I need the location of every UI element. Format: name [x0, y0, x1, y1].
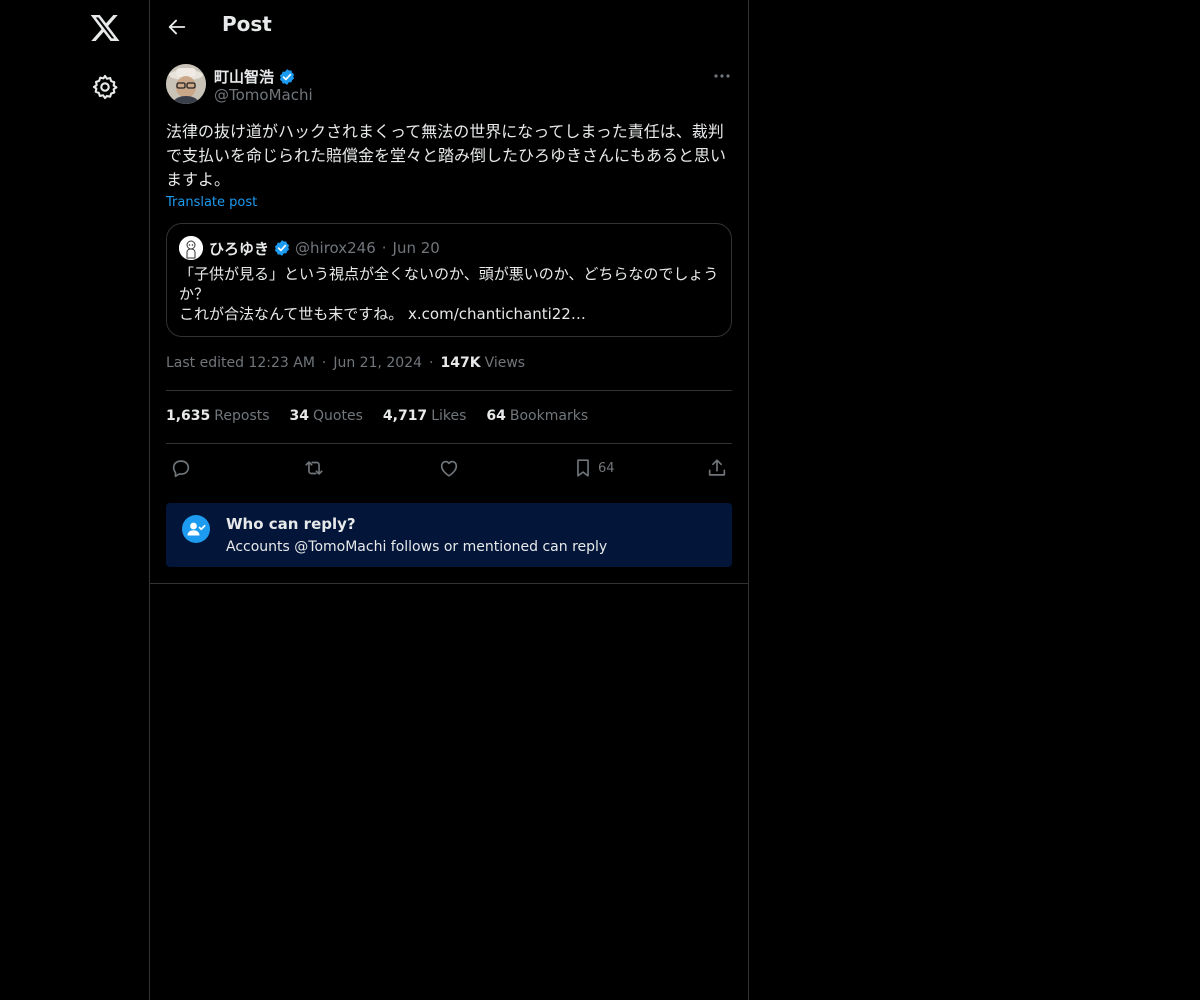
more-icon[interactable] [712, 66, 732, 86]
quotes-stat[interactable]: 34 Quotes [290, 408, 363, 424]
reposts-label: Reposts [214, 408, 270, 424]
author-name[interactable]: 町山智浩 [214, 66, 274, 87]
back-arrow-icon[interactable] [166, 16, 188, 38]
verified-icon [279, 68, 295, 85]
reply-restriction-description: Accounts @TomoMachi follows or mentioned… [226, 539, 608, 555]
separator-dot: · [381, 239, 387, 257]
author-name-row: 町山智浩 [214, 66, 296, 87]
divider [166, 443, 732, 444]
post-stats: 1,635 Reposts 34 Quotes 4,717 Likes 64 Bookm… [166, 408, 588, 424]
likes-stat[interactable]: 4,717 Likes [383, 408, 467, 424]
separator-dot: · [429, 355, 434, 371]
quoted-author-handle: @hirox246 [295, 239, 376, 257]
post-date[interactable]: Jun 21, 2024 [333, 355, 422, 371]
post-author: 町山智浩 @TomoMachi [166, 64, 732, 108]
post-meta: Last edited 12:23 AM · Jun 21, 2024 · 14… [166, 355, 525, 371]
main-column: Post 町山智浩 @TomoMachi 法律の抜け道がハックされまくって無法の… [150, 0, 749, 1000]
share-button[interactable] [706, 454, 728, 482]
like-button[interactable] [438, 454, 460, 482]
reposts-count: 1,635 [166, 408, 211, 424]
like-icon [440, 460, 458, 477]
avatar[interactable] [166, 64, 206, 104]
reply-button[interactable] [170, 454, 192, 482]
views-label: Views [484, 355, 526, 371]
action-bar: 64 [166, 454, 732, 482]
bookmarks-label: Bookmarks [509, 408, 589, 424]
page-title: Post [222, 12, 272, 36]
likes-count: 4,717 [382, 408, 428, 424]
reply-restriction-title: Who can reply? [226, 515, 356, 533]
views-count: 147K [440, 355, 481, 371]
quotes-count: 34 [289, 408, 310, 424]
divider [166, 390, 732, 391]
quotes-label: Quotes [313, 408, 363, 424]
edited-time[interactable]: Last edited 12:23 AM [166, 355, 315, 371]
bookmark-icon [577, 459, 589, 477]
bookmarks-count: 64 [486, 408, 506, 424]
separator-dot: · [321, 355, 327, 371]
quoted-post-date: Jun 20 [392, 239, 440, 257]
reply-icon [172, 460, 190, 478]
settings-icon[interactable] [91, 73, 119, 101]
quoted-post-line: 「子供が見る」という視点が全くないのか、頭が悪いのか、どちらなのでしょうか？ [179, 265, 719, 303]
page-header: Post [150, 0, 748, 54]
verified-icon [274, 240, 290, 256]
post-text: 法律の抜け道がハックされまくって無法の世界になってしまった責任は、裁判で支払いを… [166, 122, 727, 189]
reposts-stat[interactable]: 1,635 Reposts [166, 408, 270, 424]
likes-label: Likes [431, 408, 467, 424]
quoted-post-line: これが合法なんて世も末ですね。 x.com/chantichanti22… [179, 305, 586, 323]
quoted-post-header: ひろゆき @hirox246 · Jun 20 [179, 236, 440, 260]
quoted-post[interactable]: ひろゆき @hirox246 · Jun 20 「子供が見る」という視点が全くな… [166, 223, 732, 337]
bookmark-button[interactable]: 64 [572, 454, 615, 482]
x-logo-icon[interactable] [89, 12, 121, 44]
avatar [179, 236, 203, 260]
share-icon [708, 459, 726, 476]
divider [150, 583, 748, 584]
repost-icon [305, 461, 323, 475]
reply-restriction-icon [182, 515, 210, 543]
quoted-post-text: 「子供が見る」という視点が全くないのか、頭が悪いのか、どちらなのでしょうか？ こ… [179, 264, 724, 324]
bookmark-count: 64 [598, 460, 615, 476]
translate-post-link[interactable]: Translate post [166, 195, 257, 210]
author-handle[interactable]: @TomoMachi [214, 86, 313, 104]
bookmarks-stat[interactable]: 64 Bookmarks [486, 408, 588, 424]
quoted-author-name: ひろゆき [209, 239, 270, 258]
left-rail [0, 0, 150, 1000]
repost-button[interactable] [303, 454, 325, 482]
reply-restriction-notice: Who can reply? Accounts @TomoMachi follo… [166, 503, 732, 567]
